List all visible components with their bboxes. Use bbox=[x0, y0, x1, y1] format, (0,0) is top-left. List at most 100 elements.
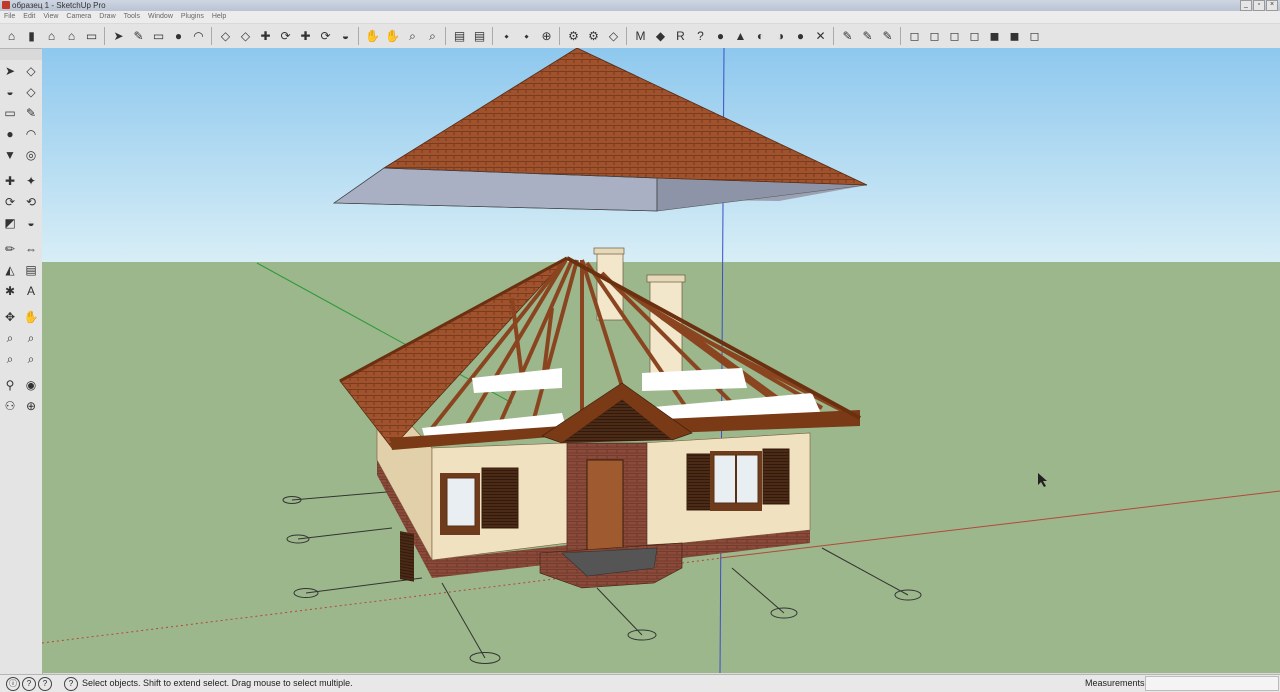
left-tool-icon[interactable]: ◇ bbox=[22, 62, 40, 80]
left-tool-icon[interactable]: ✥ bbox=[1, 308, 19, 326]
toolbar-tool-icon[interactable]: ● bbox=[712, 28, 729, 45]
left-tool-icon[interactable]: ◉ bbox=[22, 376, 40, 394]
left-tool-icon[interactable]: ⚇ bbox=[1, 397, 19, 415]
toolbar-tool-icon[interactable]: ◇ bbox=[217, 28, 234, 45]
toolbar-tool-icon[interactable]: ◼ bbox=[1006, 28, 1023, 45]
maximize-button[interactable]: ▫ bbox=[1253, 0, 1265, 11]
toolbar-tool-icon[interactable]: ◻ bbox=[906, 28, 923, 45]
left-tool-icon[interactable]: ▭ bbox=[1, 104, 19, 122]
toolbar-tool-icon[interactable]: ◻ bbox=[1026, 28, 1043, 45]
credits-button[interactable]: ? bbox=[22, 677, 36, 691]
left-tool-icon[interactable]: ✋ bbox=[22, 308, 40, 326]
toolbar-tool-icon[interactable]: ▤ bbox=[451, 28, 468, 45]
menu-file[interactable]: File bbox=[0, 11, 19, 23]
toolbar-tool-icon[interactable]: ✋ bbox=[364, 28, 381, 45]
toolbar-tool-icon[interactable]: ? bbox=[692, 28, 709, 45]
toolbar-tool-icon[interactable]: ➤ bbox=[110, 28, 127, 45]
toolbar-tool-icon[interactable]: ◻ bbox=[926, 28, 943, 45]
toolbar-tool-icon[interactable]: ▭ bbox=[150, 28, 167, 45]
left-tool-icon[interactable]: ✦ bbox=[22, 172, 40, 190]
toolbar-tool-icon[interactable]: ✎ bbox=[839, 28, 856, 45]
toolbar-tool-icon[interactable]: ⬩ bbox=[518, 28, 535, 45]
toolbar-tool-icon[interactable]: ✎ bbox=[859, 28, 876, 45]
left-tool-icon[interactable]: ✎ bbox=[22, 104, 40, 122]
instructor-help-icon[interactable]: ? bbox=[64, 677, 78, 691]
toolbar-tool-icon[interactable]: ◼ bbox=[986, 28, 1003, 45]
menu-help[interactable]: Help bbox=[208, 11, 230, 23]
left-tool-icon[interactable]: ✱ bbox=[1, 282, 19, 300]
menu-draw[interactable]: Draw bbox=[95, 11, 119, 23]
toolbar-tool-icon[interactable]: ⌕ bbox=[424, 28, 441, 45]
left-tool-icon[interactable]: ▤ bbox=[22, 261, 40, 279]
left-tool-icon[interactable]: ● bbox=[1, 125, 19, 143]
toolbar-tool-icon[interactable]: ⟳ bbox=[277, 28, 294, 45]
toolbar-tool-icon[interactable]: ▮ bbox=[23, 28, 40, 45]
toolbar-tool-icon[interactable]: M bbox=[632, 28, 649, 45]
close-button[interactable]: × bbox=[1266, 0, 1278, 11]
left-tool-icon[interactable]: ▼ bbox=[1, 146, 19, 164]
menu-plugins[interactable]: Plugins bbox=[177, 11, 208, 23]
left-tool-icon[interactable]: ✚ bbox=[1, 172, 19, 190]
toolbar-tool-icon[interactable]: ◻ bbox=[946, 28, 963, 45]
toolbar-tool-icon[interactable]: ✎ bbox=[879, 28, 896, 45]
toolbar-tool-icon[interactable]: ✚ bbox=[257, 28, 274, 45]
menu-window[interactable]: Window bbox=[144, 11, 177, 23]
left-tool-icon[interactable]: ◩ bbox=[1, 214, 19, 232]
menu-edit[interactable]: Edit bbox=[19, 11, 39, 23]
toolbar-tool-icon[interactable]: ◐ bbox=[752, 28, 769, 45]
toolbar-tool-icon[interactable]: ⌂ bbox=[63, 28, 80, 45]
toolbar-tool-icon[interactable]: ⚙ bbox=[585, 28, 602, 45]
left-tool-icon[interactable]: ➤ bbox=[1, 62, 19, 80]
left-tool-icon[interactable]: ⊕ bbox=[22, 397, 40, 415]
model-viewport[interactable] bbox=[42, 48, 1280, 673]
toolbar-tool-icon[interactable]: ⬩ bbox=[498, 28, 515, 45]
toolbar-tool-icon[interactable]: R bbox=[672, 28, 689, 45]
left-tool-icon[interactable]: ⚲ bbox=[1, 376, 19, 394]
toolbar-tool-icon[interactable]: ▤ bbox=[471, 28, 488, 45]
left-tool-icon[interactable]: ◇ bbox=[22, 83, 40, 101]
geo-location-button[interactable]: ⓘ bbox=[6, 677, 20, 691]
left-tool-icon[interactable]: ◒ bbox=[22, 214, 40, 232]
left-tool-icon[interactable]: ⌕ bbox=[1, 329, 19, 347]
toolbar-tool-icon[interactable]: ✋ bbox=[384, 28, 401, 45]
toolbar-tool-icon[interactable]: ⊕ bbox=[538, 28, 555, 45]
left-tool-icon[interactable]: ✏ bbox=[1, 240, 19, 258]
left-tool-icon[interactable]: ⌕ bbox=[1, 350, 19, 368]
toolbar-tool-icon[interactable]: ◻ bbox=[966, 28, 983, 45]
left-tool-icon[interactable]: ⌕ bbox=[22, 329, 40, 347]
left-tool-icon[interactable]: ⌕ bbox=[22, 350, 40, 368]
toolbar-tool-icon[interactable]: ✎ bbox=[130, 28, 147, 45]
menu-tools[interactable]: Tools bbox=[120, 11, 144, 23]
toolbar-tool-icon[interactable]: ▭ bbox=[83, 28, 100, 45]
measurements-input[interactable] bbox=[1145, 676, 1279, 691]
left-tool-icon[interactable]: ◒ bbox=[1, 83, 19, 101]
left-tool-icon[interactable]: A bbox=[22, 282, 40, 300]
toolbar-tool-icon[interactable]: ⌂ bbox=[3, 28, 20, 45]
left-tool-icon[interactable]: ⟲ bbox=[22, 193, 40, 211]
toolbar-tool-icon[interactable]: ● bbox=[170, 28, 187, 45]
menu-camera[interactable]: Camera bbox=[62, 11, 95, 23]
toolbar-tool-icon[interactable]: ⌕ bbox=[404, 28, 421, 45]
toolbar-tool-icon[interactable]: ◆ bbox=[652, 28, 669, 45]
menu-view[interactable]: View bbox=[39, 11, 62, 23]
toolbar-tool-icon[interactable]: ✕ bbox=[812, 28, 829, 45]
toolbar-tool-icon[interactable]: ⌂ bbox=[43, 28, 60, 45]
toolbar-tool-icon[interactable]: ◑ bbox=[772, 28, 789, 45]
toolbar-tool-icon[interactable]: ◠ bbox=[190, 28, 207, 45]
left-tool-icon[interactable]: ◎ bbox=[22, 146, 40, 164]
toolbar-tool-icon[interactable]: ◇ bbox=[605, 28, 622, 45]
toolbar-separator bbox=[358, 27, 359, 45]
left-tool-icon[interactable]: ⟳ bbox=[1, 193, 19, 211]
left-tool-icon[interactable]: ◠ bbox=[22, 125, 40, 143]
toolbar-tool-icon[interactable]: ⟳ bbox=[317, 28, 334, 45]
toolbar-tool-icon[interactable]: ◒ bbox=[337, 28, 354, 45]
left-tool-icon[interactable]: ◭ bbox=[1, 261, 19, 279]
toolbar-tool-icon[interactable]: ◇ bbox=[237, 28, 254, 45]
user-button[interactable]: ? bbox=[38, 677, 52, 691]
left-tool-icon[interactable]: ⇔ bbox=[22, 240, 40, 258]
minimize-button[interactable]: _ bbox=[1240, 0, 1252, 11]
toolbar-tool-icon[interactable]: ✚ bbox=[297, 28, 314, 45]
toolbar-tool-icon[interactable]: ⚙ bbox=[565, 28, 582, 45]
toolbar-tool-icon[interactable]: ● bbox=[792, 28, 809, 45]
toolbar-tool-icon[interactable]: ▲ bbox=[732, 28, 749, 45]
